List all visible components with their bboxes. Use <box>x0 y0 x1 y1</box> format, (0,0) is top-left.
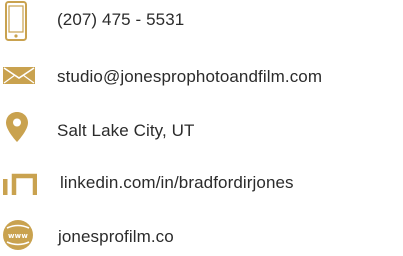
contact-row-phone: (207) 475 - 5531 <box>0 0 403 41</box>
contact-list: (207) 475 - 5531 studio@jonesprophotoand… <box>0 0 403 251</box>
contact-row-website: www jonesprofilm.co <box>0 212 403 252</box>
contact-row-email: studio@jonesprophotoandfilm.com <box>0 55 403 95</box>
location-pin-icon <box>5 111 29 148</box>
linkedin-icon <box>3 173 38 200</box>
linkedin-link[interactable]: linkedin.com/in/bradfordirjones <box>60 173 294 193</box>
contact-row-linkedin: linkedin.com/in/bradfordirjones <box>0 162 403 202</box>
svg-text:www: www <box>8 232 28 240</box>
location-text: Salt Lake City, UT <box>57 121 195 140</box>
email-icon <box>3 64 35 91</box>
email-link[interactable]: studio@jonesprophotoandfilm.com <box>57 67 322 87</box>
contact-row-location: Salt Lake City, UT <box>0 107 403 147</box>
phone-icon <box>5 1 27 46</box>
website-link[interactable]: jonesprofilm.co <box>58 227 174 247</box>
phone-number-link[interactable]: (207) 475 - 5531 <box>57 10 184 30</box>
globe-www-icon: www <box>2 219 34 256</box>
